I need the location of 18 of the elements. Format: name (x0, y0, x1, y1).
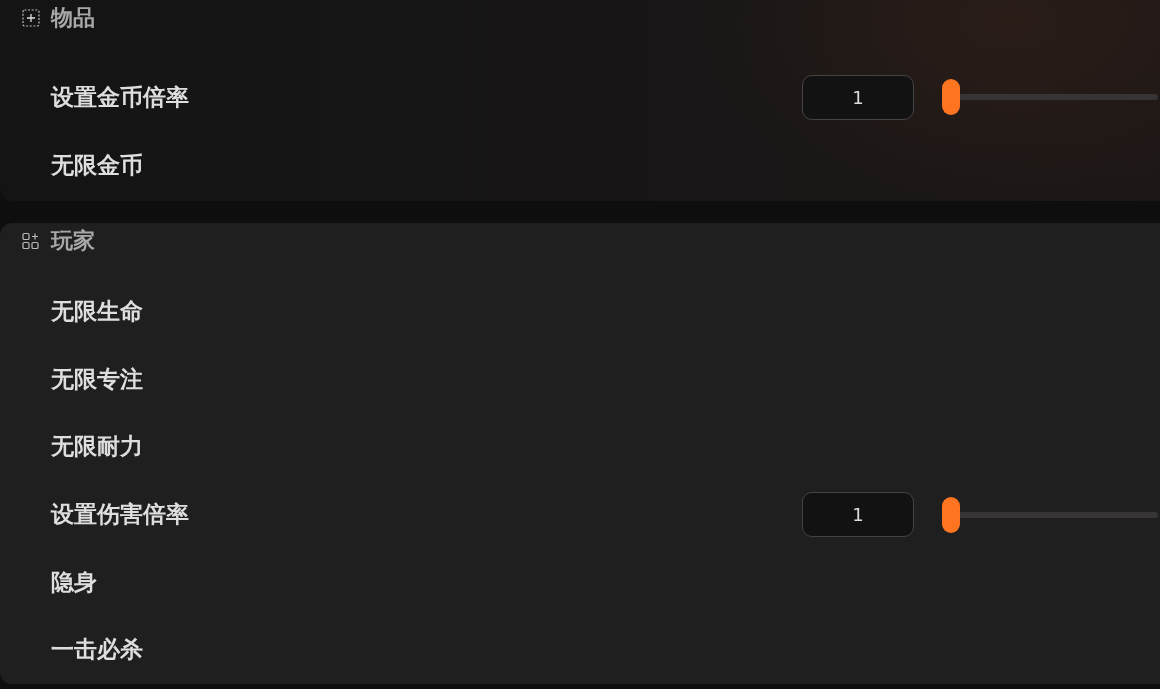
slider-thumb[interactable] (942, 496, 960, 533)
number-field[interactable]: 1 (802, 492, 914, 538)
section-title: 物品 (51, 4, 95, 32)
slider[interactable] (942, 79, 1158, 115)
section-title: 玩家 (51, 227, 95, 255)
option-label: 设置伤害倍率 (51, 500, 189, 530)
slider-thumb[interactable] (942, 79, 960, 115)
apps-add-icon (22, 232, 40, 250)
option-label: 无限金币 (51, 150, 143, 180)
add-box-icon (22, 9, 40, 27)
option-label: 无限专注 (51, 364, 143, 394)
number-field[interactable]: 1 (802, 74, 914, 120)
option-label: 设置金币倍率 (51, 82, 189, 112)
option-label: 隐身 (51, 567, 97, 597)
option-label: 一击必杀 (51, 635, 143, 665)
option-label: 无限耐力 (51, 432, 143, 462)
option-label: 无限生命 (51, 297, 143, 327)
slider[interactable] (942, 496, 1158, 533)
